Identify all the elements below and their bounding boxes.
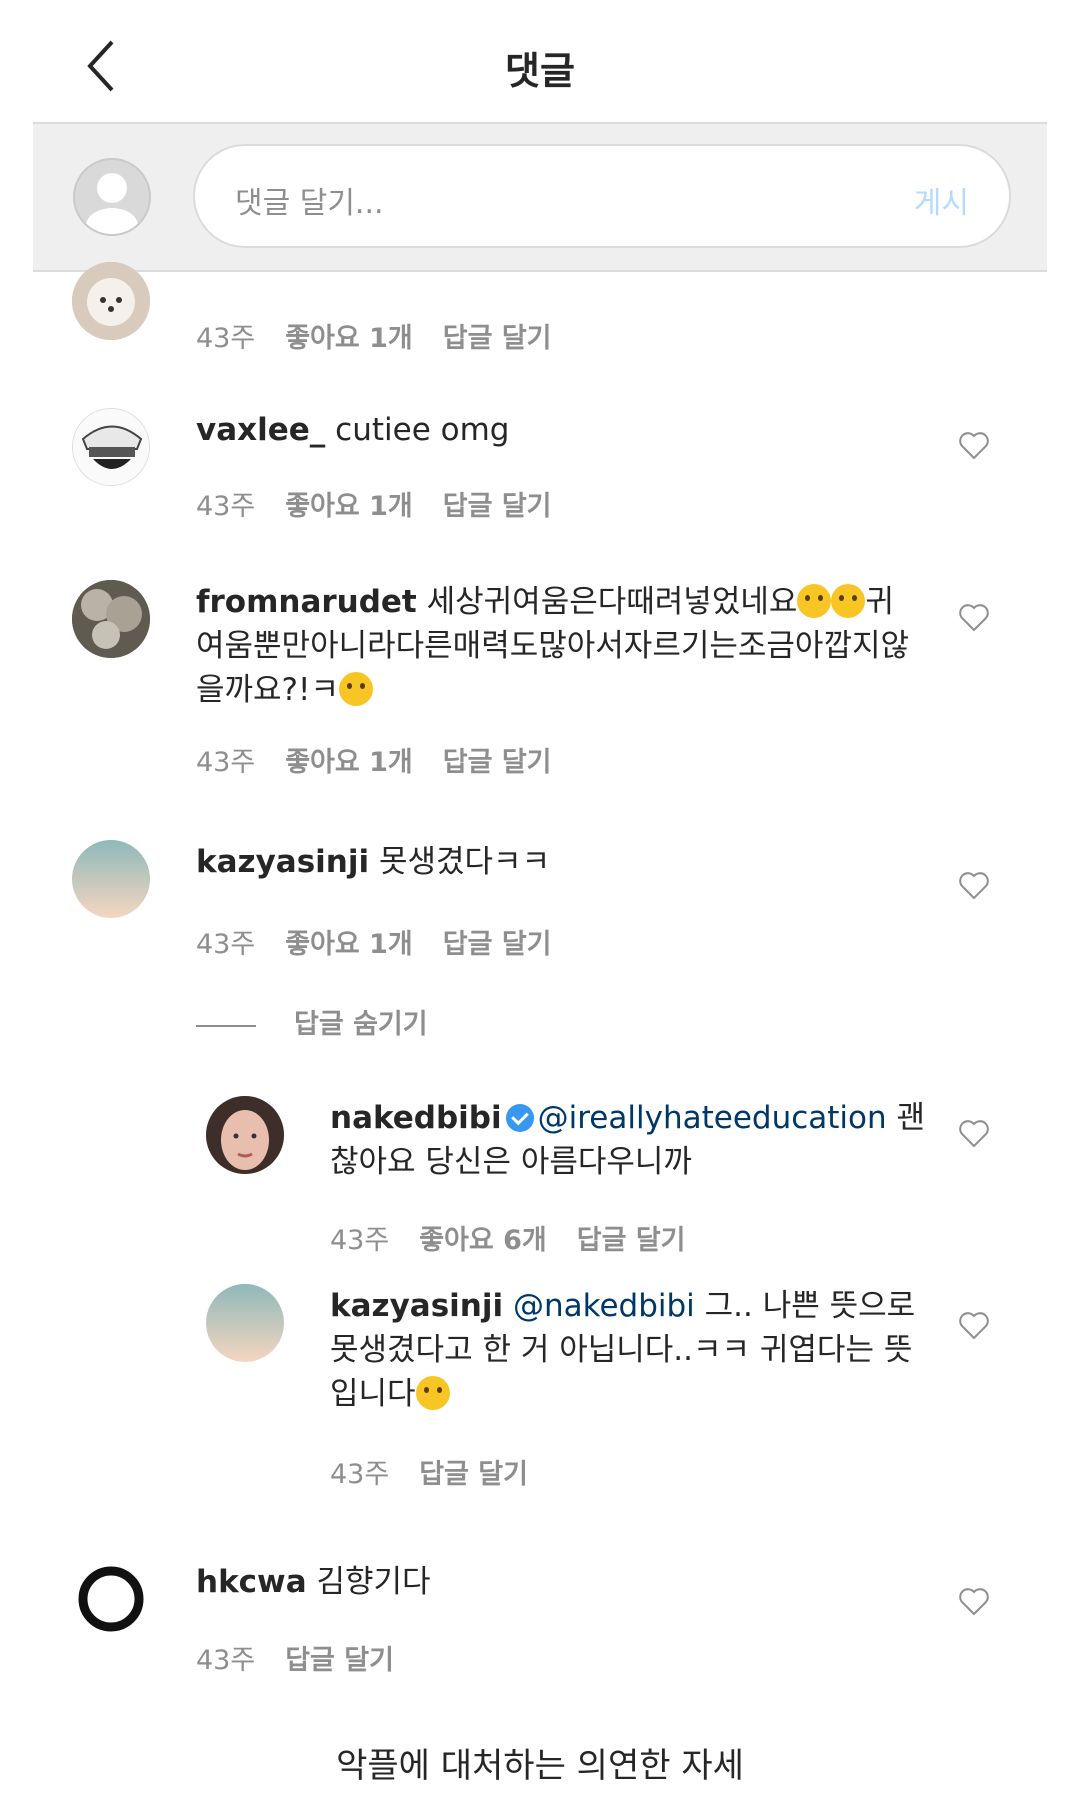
comment-composer: 댓글 달기... 게시 bbox=[33, 122, 1047, 272]
heart-icon[interactable] bbox=[958, 1310, 990, 1340]
comment-body: 못생겼다ㅋㅋ bbox=[378, 844, 551, 880]
reply-time: 43주 bbox=[330, 1459, 390, 1490]
comment-username[interactable]: kazyasinji bbox=[196, 844, 369, 880]
page-title: 댓글 bbox=[505, 49, 575, 93]
comment-body: 세상귀여움은다때려넣었네요 bbox=[426, 584, 798, 620]
comment-input-placeholder: 댓글 달기... bbox=[235, 186, 384, 221]
comment-meta: 43주 좋아요 1개 답글 달기 bbox=[196, 316, 582, 355]
verified-badge-icon bbox=[505, 1104, 534, 1132]
like-count[interactable]: 좋아요 6개 bbox=[419, 1225, 547, 1256]
avatar[interactable] bbox=[72, 262, 150, 340]
header-bar: 댓글 bbox=[0, 0, 1080, 122]
reply-meta: 43주 답글 달기 bbox=[330, 1452, 558, 1491]
like-count[interactable]: 좋아요 1개 bbox=[285, 491, 413, 522]
comment-input[interactable]: 댓글 달기... 게시 bbox=[193, 144, 1011, 248]
comment-body: 김향기다 bbox=[316, 1564, 431, 1600]
post-button[interactable]: 게시 bbox=[914, 178, 969, 222]
hide-replies-button[interactable]: 답글 숨기기 bbox=[196, 1002, 428, 1041]
avatar[interactable] bbox=[72, 408, 150, 486]
mention-link[interactable]: @ireallyhateeducation bbox=[538, 1100, 887, 1136]
thinking-emoji-icon bbox=[338, 672, 373, 706]
default-avatar-icon bbox=[86, 173, 138, 234]
reply-username[interactable]: nakedbibi bbox=[330, 1100, 502, 1136]
reply-button[interactable]: 답글 달기 bbox=[443, 929, 552, 960]
surprised-emoji-icon bbox=[415, 1376, 450, 1410]
heart-icon[interactable] bbox=[958, 602, 990, 632]
reply-text: nakedbibi @ireallyhateeducation 괜찮아요 당신은 … bbox=[330, 1096, 930, 1184]
comment-time: 43주 bbox=[196, 1645, 256, 1676]
avatar[interactable] bbox=[72, 1560, 150, 1638]
image-caption: 악플에 대처하는 의연한 자세 bbox=[336, 1746, 744, 1786]
comment-meta: 43주 좋아요 1개 답글 달기 bbox=[196, 484, 582, 523]
dog-photo bbox=[72, 262, 150, 340]
like-count[interactable]: 좋아요 1개 bbox=[285, 929, 413, 960]
reply-time: 43주 bbox=[330, 1225, 390, 1256]
comment-username[interactable]: vaxlee_ bbox=[196, 412, 325, 448]
reply-button[interactable]: 답글 달기 bbox=[577, 1225, 686, 1256]
emoji-icon bbox=[831, 584, 866, 618]
reply-username[interactable]: kazyasinji bbox=[330, 1288, 503, 1324]
anime-avatar-image bbox=[73, 409, 149, 485]
comment-username[interactable]: hkcwa bbox=[196, 1564, 307, 1600]
avatar[interactable] bbox=[206, 1284, 284, 1362]
comment-time: 43주 bbox=[196, 929, 256, 960]
comment-text: kazyasinji 못생겼다ㅋㅋ bbox=[196, 840, 916, 884]
comment-time: 43주 bbox=[196, 491, 256, 522]
like-count[interactable]: 좋아요 1개 bbox=[285, 323, 413, 354]
comment-time: 43주 bbox=[196, 747, 256, 778]
reply-meta: 43주 좋아요 6개 답글 달기 bbox=[330, 1218, 716, 1257]
comment-text: fromnarudet 세상귀여움은다때려넣었네요 귀여움뿐만아니라다른매력도많아… bbox=[196, 580, 916, 712]
reply-text: kazyasinji @nakedbibi 그.. 나쁜 뜻으로 못생겼다고 한… bbox=[330, 1284, 930, 1416]
tree-photo bbox=[72, 580, 150, 658]
reply-button[interactable]: 답글 달기 bbox=[443, 491, 552, 522]
comment-meta: 43주 좋아요 1개 답글 달기 bbox=[196, 922, 582, 961]
mention-link[interactable]: @nakedbibi bbox=[513, 1288, 695, 1324]
comment-body: cutiee omg bbox=[335, 412, 510, 448]
comment-meta: 43주 좋아요 1개 답글 달기 bbox=[196, 740, 582, 779]
reply-button[interactable]: 답글 달기 bbox=[443, 747, 552, 778]
comment-meta: 43주 답글 달기 bbox=[196, 1638, 424, 1677]
like-count[interactable]: 좋아요 1개 bbox=[285, 747, 413, 778]
reply-button[interactable]: 답글 달기 bbox=[419, 1459, 528, 1490]
avatar[interactable] bbox=[72, 840, 150, 918]
heart-icon[interactable] bbox=[958, 1586, 990, 1616]
my-avatar bbox=[73, 158, 151, 236]
avatar[interactable] bbox=[206, 1096, 284, 1174]
reply-button[interactable]: 답글 달기 bbox=[443, 323, 552, 354]
heart-icon[interactable] bbox=[958, 870, 990, 900]
enso-circle-image bbox=[78, 1566, 144, 1632]
comment-username[interactable]: fromnarudet bbox=[196, 584, 417, 620]
emoji-icon bbox=[797, 584, 832, 618]
heart-icon[interactable] bbox=[958, 1118, 990, 1148]
comment-text: vaxlee_ cutiee omg bbox=[196, 408, 916, 452]
reply-button[interactable]: 답글 달기 bbox=[285, 1645, 394, 1676]
divider bbox=[196, 1024, 256, 1027]
heart-icon[interactable] bbox=[958, 430, 990, 460]
comment-text: hkcwa 김향기다 bbox=[196, 1560, 916, 1604]
comment-time: 43주 bbox=[196, 323, 256, 354]
face-photo bbox=[206, 1096, 284, 1174]
hide-replies-label: 답글 숨기기 bbox=[294, 1009, 428, 1040]
avatar[interactable] bbox=[72, 580, 150, 658]
